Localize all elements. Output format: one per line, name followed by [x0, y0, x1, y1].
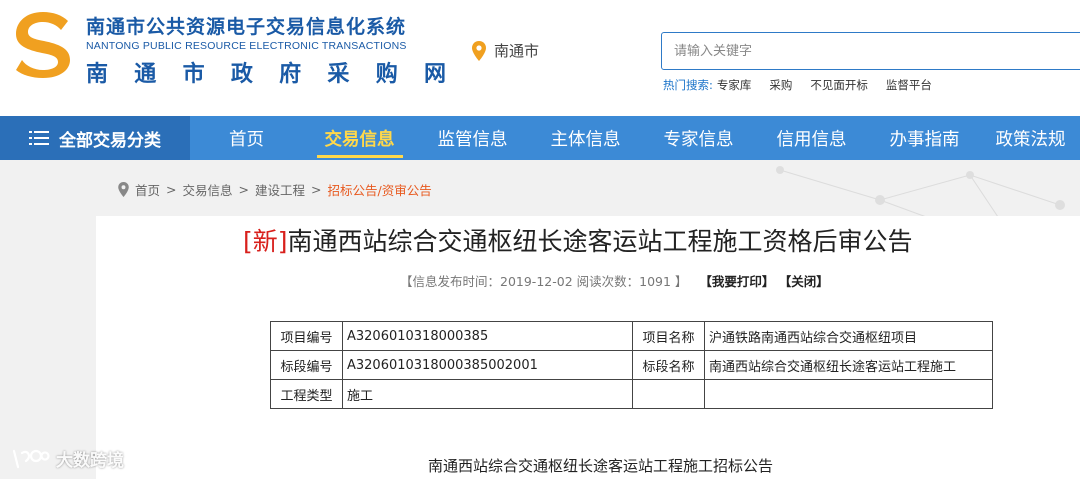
watermark: 大数跨境 — [10, 446, 124, 471]
nav-item-guide[interactable]: 办事指南 — [868, 116, 981, 160]
nav-item-trade-info[interactable]: 交易信息 — [303, 116, 416, 160]
breadcrumb-item-home[interactable]: 首页 — [135, 180, 160, 199]
table-cell-value: 施工 — [342, 379, 633, 409]
location-label: 南通市 — [494, 42, 540, 60]
breadcrumb-item-trade[interactable]: 交易信息 — [183, 180, 233, 199]
table-row: 项目编号 A3206010318000385 项目名称 沪通铁路南通西站综合交通… — [270, 321, 993, 351]
nav-item-supervision[interactable]: 监管信息 — [416, 116, 529, 160]
article-title: [新]南通西站综合交通枢纽长途客运站工程施工资格后审公告 — [243, 222, 913, 258]
table-cell-label: 标段编号 — [270, 350, 343, 380]
all-categories-button[interactable]: 全部交易分类 — [0, 116, 190, 160]
all-categories-label: 全部交易分类 — [59, 130, 161, 151]
location-pin-icon — [472, 40, 486, 61]
search-box — [661, 32, 1080, 70]
watermark-text: 大数跨境 — [56, 451, 124, 471]
article-title-text: 南通西站综合交通枢纽长途客运站工程施工资格后审公告 — [287, 227, 913, 256]
table-cell-label: 标段名称 — [632, 350, 705, 380]
table-row: 标段编号 A3206010318000385002001 标段名称 南通西站综合… — [270, 350, 993, 380]
table-cell-label: 项目编号 — [270, 321, 343, 351]
nav-item-home[interactable]: 首页 — [190, 116, 303, 160]
table-cell-label — [632, 379, 705, 409]
table-row: 工程类型 施工 — [270, 379, 993, 409]
site-subtitle: 南 通 市 政 府 采 购 网 — [86, 56, 446, 88]
location-pin-icon — [118, 182, 129, 197]
section-heading: 南通西站综合交通枢纽长途客运站工程施工招标公告 — [428, 457, 774, 475]
table-cell-value — [704, 379, 993, 409]
subtitle-char: 府 — [279, 62, 302, 87]
breadcrumb-separator: > — [166, 182, 177, 197]
close-link[interactable]: 【关闭】 — [779, 274, 829, 289]
nav-item-entity[interactable]: 主体信息 — [529, 116, 642, 160]
site-logo-icon[interactable] — [12, 10, 74, 78]
hot-search-item[interactable]: 专家库 — [717, 77, 752, 93]
table-cell-label: 项目名称 — [632, 321, 705, 351]
breadcrumb-separator: > — [311, 182, 322, 197]
subtitle-char: 购 — [375, 62, 398, 87]
publish-info: 【信息发布时间：2019-12-02 阅读次数：1091 】 — [400, 274, 688, 289]
table-cell-value: A3206010318000385 — [342, 321, 633, 351]
nav-item-policy[interactable]: 政策法规 — [981, 116, 1080, 160]
subtitle-char: 网 — [423, 62, 446, 87]
site-header: 南通市公共资源电子交易信息化系统 NANTONG PUBLIC RESOURCE… — [0, 0, 1080, 116]
table-cell-value: 南通西站综合交通枢纽长途客运站工程施工 — [704, 350, 993, 380]
watermark-logo-icon — [12, 449, 50, 468]
hot-search-item[interactable]: 采购 — [769, 77, 792, 93]
subtitle-char: 市 — [182, 62, 205, 87]
site-title: 南通市公共资源电子交易信息化系统 — [86, 16, 407, 38]
site-title-english: NANTONG PUBLIC RESOURCE ELECTRONIC TRANS… — [86, 40, 407, 52]
breadcrumb-separator: > — [238, 182, 249, 197]
hot-search: 热门搜索: 专家库 采购 不见面开标 监督平台 — [663, 77, 932, 93]
table-cell-value: A3206010318000385002001 — [342, 350, 633, 380]
main-nav: 全部交易分类 首页 交易信息 监管信息 主体信息 专家信息 信用信息 办事指南 … — [0, 116, 1080, 160]
breadcrumb: 首页 > 交易信息 > 建设工程 > 招标公告/资审公告 — [118, 180, 432, 199]
table-cell-value: 沪通铁路南通西站综合交通枢纽项目 — [704, 321, 993, 351]
hot-search-item[interactable]: 监督平台 — [886, 77, 932, 93]
location-selector[interactable]: 南通市 — [472, 40, 539, 61]
nav-item-credit[interactable]: 信用信息 — [755, 116, 868, 160]
print-link[interactable]: 【我要打印】 — [699, 274, 774, 289]
project-info-table: 项目编号 A3206010318000385 项目名称 沪通铁路南通西站综合交通… — [270, 321, 993, 409]
subtitle-char: 采 — [327, 62, 350, 87]
hot-search-label: 热门搜索: — [663, 78, 713, 92]
nav-items: 首页 交易信息 监管信息 主体信息 专家信息 信用信息 办事指南 政策法规 — [190, 116, 1080, 160]
menu-icon — [29, 131, 49, 145]
nav-item-expert[interactable]: 专家信息 — [642, 116, 755, 160]
subtitle-char: 通 — [134, 62, 157, 87]
breadcrumb-item-current[interactable]: 招标公告/资审公告 — [328, 180, 432, 199]
new-badge: [新] — [243, 227, 288, 256]
subtitle-char: 政 — [230, 62, 253, 87]
search-input[interactable] — [662, 33, 1080, 69]
hot-search-item[interactable]: 不见面开标 — [810, 77, 868, 93]
breadcrumb-item-construction[interactable]: 建设工程 — [255, 180, 305, 199]
table-cell-label: 工程类型 — [270, 379, 343, 409]
subtitle-char: 南 — [86, 62, 109, 87]
article-meta: 【信息发布时间：2019-12-02 阅读次数：1091 】 【我要打印】 【关… — [400, 271, 829, 290]
